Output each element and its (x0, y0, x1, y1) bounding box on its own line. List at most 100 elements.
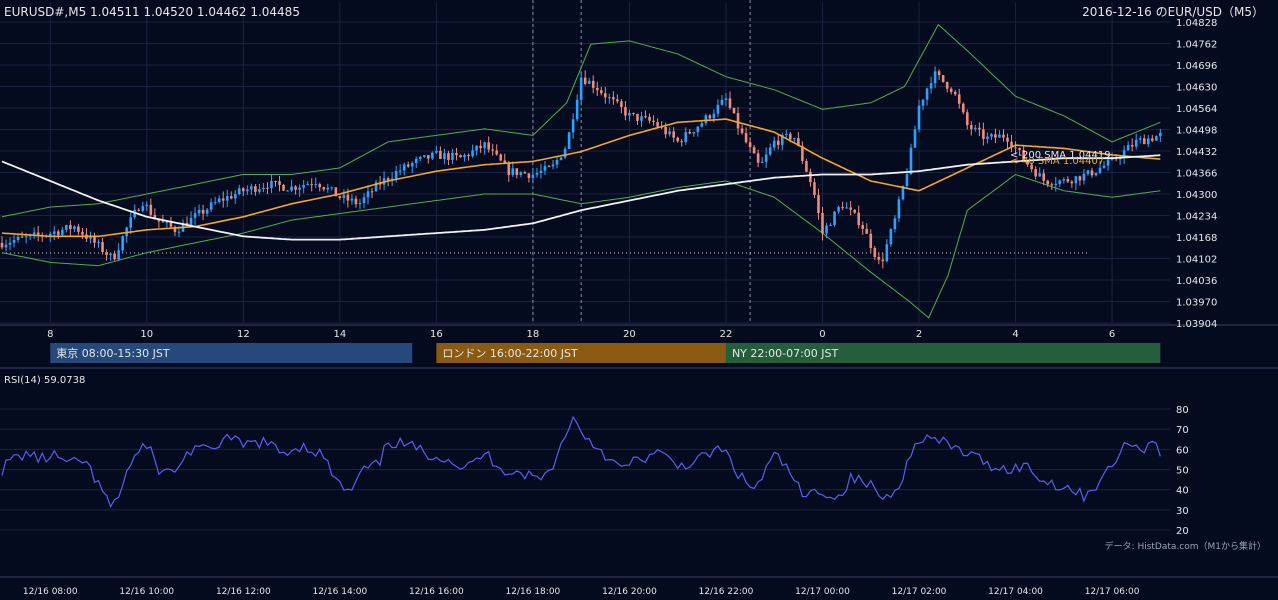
candle-body (720, 99, 724, 105)
candle-body (837, 207, 840, 212)
candle-body (990, 134, 993, 137)
candle-body (805, 161, 808, 172)
candle-body (917, 105, 921, 130)
candle-body (406, 164, 410, 167)
candle-body (965, 112, 969, 126)
candle-body (813, 182, 816, 196)
candle-body (217, 198, 221, 203)
candle-body (688, 131, 692, 134)
candle-body (24, 236, 28, 238)
candle-body (1134, 139, 1138, 147)
session-label: 東京 08:00-15:30 JST (56, 346, 170, 360)
candle-body (467, 154, 470, 157)
candle-body (905, 174, 909, 187)
candle-body (1042, 173, 1046, 181)
candle-body (628, 112, 631, 116)
candle-body (310, 184, 313, 186)
candle-body (1098, 167, 1102, 173)
candle-body (350, 198, 354, 201)
candle-body (829, 224, 832, 226)
candle-body (998, 134, 1001, 138)
candle-body (266, 187, 269, 189)
candle-body (728, 98, 732, 108)
candle-body (81, 231, 84, 235)
candle-body (499, 154, 503, 161)
candle-body (1126, 145, 1130, 151)
candle-body (414, 158, 418, 164)
candle-body (69, 225, 72, 230)
candle-body (149, 204, 153, 215)
candle-body (366, 191, 370, 198)
candle-body (193, 213, 197, 218)
candle-body (748, 142, 752, 148)
candle-body (4, 244, 8, 248)
candle-body (1058, 180, 1062, 184)
candle-body (1006, 137, 1009, 142)
candle-body (563, 148, 567, 158)
candle-body (772, 140, 776, 148)
candle-body (48, 233, 52, 236)
candle-body (676, 137, 680, 142)
candle-body (1002, 134, 1005, 138)
candle-body (933, 71, 937, 84)
candle-body (784, 133, 788, 135)
candle-body (326, 187, 330, 190)
candle-body (953, 91, 957, 95)
candle-body (523, 172, 527, 174)
candle-body (225, 196, 229, 201)
candle-body (8, 242, 12, 245)
candle-body (974, 127, 977, 130)
candle-body (274, 180, 277, 182)
price-tick-label: 1.04696 (1176, 61, 1217, 72)
session-bars: 東京 08:00-15:30 JST ロンドン 16:00-22:00 JST NY… (50, 343, 1161, 363)
candle-body (789, 133, 792, 140)
candle-body (644, 116, 647, 118)
candle-body (418, 156, 422, 159)
hour-tick-label: 16 (430, 329, 443, 340)
candle-body (696, 126, 700, 132)
candle-body (12, 240, 16, 243)
candle-body (209, 202, 213, 210)
rsi-tick-label: 20 (1176, 526, 1189, 537)
candle-body (1050, 184, 1054, 186)
candle-body (664, 126, 667, 135)
candle-body (229, 196, 233, 199)
candle-body (1066, 179, 1070, 182)
candle-body (873, 248, 877, 258)
data-source-note: データ: HistData.com（M1から集計） (1105, 540, 1266, 552)
candle-body (555, 159, 559, 165)
candle-body (833, 211, 836, 225)
candle-body (394, 171, 398, 179)
candle-body (1155, 136, 1158, 141)
rsi-tick-label: 70 (1176, 425, 1189, 436)
candle-body (294, 186, 297, 190)
candle-body (258, 189, 261, 192)
candle-body (817, 195, 820, 213)
candle-body (254, 186, 257, 192)
candle-body (221, 198, 225, 201)
candle-body (1094, 172, 1098, 176)
candle-body (177, 231, 181, 233)
candle-body (793, 138, 796, 140)
candle-body (982, 129, 985, 139)
candle-body (398, 170, 402, 172)
candle-body (20, 236, 24, 238)
candle-body (648, 116, 651, 121)
candle-body (636, 113, 639, 121)
candle-body (242, 188, 245, 192)
candle-body (77, 226, 80, 232)
price-tick-label: 1.04300 (1176, 190, 1217, 201)
candle-body (712, 113, 716, 119)
candle-body (571, 119, 575, 133)
price-tick-label: 1.04762 (1176, 40, 1217, 51)
candle-body (768, 147, 772, 155)
session-label: NY 22:00-07:00 JST (732, 347, 839, 360)
candle-body (608, 97, 611, 99)
candle-body (724, 98, 728, 100)
eurusd-chart: 1.04828 1.04762 1.04696 1.04630 1.04564 1.044… (0, 0, 1278, 600)
candle-body (270, 180, 273, 189)
candle-body (527, 173, 531, 179)
candle-body (1130, 145, 1134, 147)
candle-body (1082, 173, 1086, 181)
candle-body (567, 132, 571, 149)
